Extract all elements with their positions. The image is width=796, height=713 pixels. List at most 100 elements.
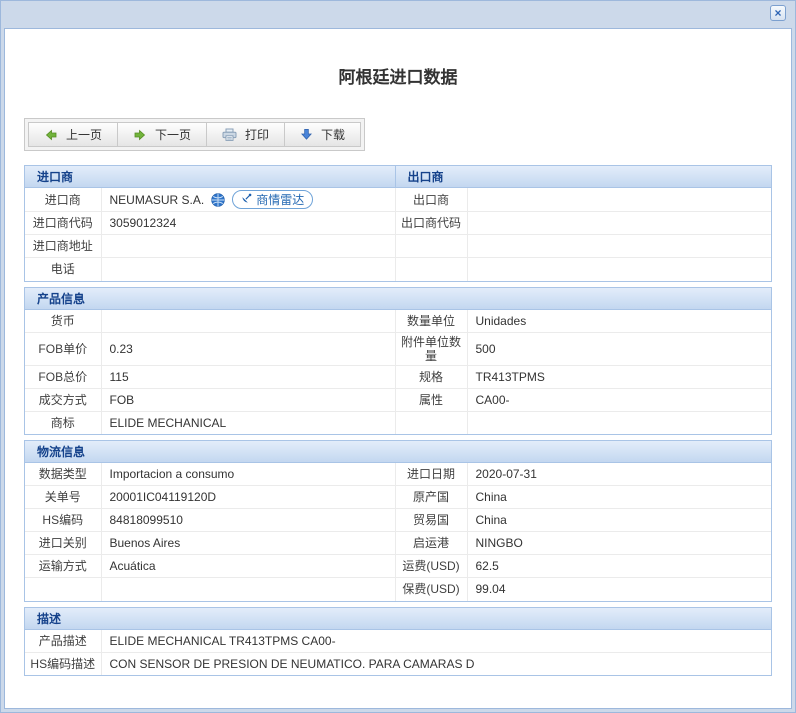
arrow-down-icon (300, 128, 313, 141)
field-value: Buenos Aires (101, 532, 395, 555)
field-value (467, 212, 771, 235)
download-label: 下载 (321, 126, 345, 143)
field-value (101, 309, 395, 332)
print-button[interactable]: 打印 (206, 122, 285, 147)
table-row: 运输方式 Acuática 运费(USD) 62.5 (25, 555, 771, 578)
dialog-titlebar (1, 1, 795, 27)
field-label: 进口商代码 (25, 212, 101, 235)
field-value: 115 (101, 365, 395, 388)
logistics-section-header: 物流信息 (25, 441, 771, 463)
table-row: 关单号 20001IC04119120D 原产国 China (25, 486, 771, 509)
printer-icon (222, 128, 237, 142)
field-label: 成交方式 (25, 388, 101, 411)
field-label: 运费(USD) (395, 555, 467, 578)
field-label: HS编码 (25, 509, 101, 532)
field-value: 20001IC04119120D (101, 486, 395, 509)
field-label (395, 411, 467, 434)
field-label (395, 235, 467, 258)
field-value: NINGBO (467, 532, 771, 555)
field-value (101, 258, 395, 281)
field-label: 原产国 (395, 486, 467, 509)
field-value: 2020-07-31 (467, 463, 771, 486)
importer-name: NEUMASUR S.A. (110, 193, 205, 207)
field-label: 进口商 (25, 188, 101, 212)
field-label: HS编码描述 (25, 652, 101, 675)
field-value: FOB (101, 388, 395, 411)
product-info-section: 产品信息 货币 数量单位 Unidades FOB单价 0.23 附件单位数量 (24, 287, 772, 436)
table-row: 数据类型 Importacion a consumo 进口日期 2020-07-… (25, 463, 771, 486)
field-label: 货币 (25, 309, 101, 332)
field-label: 附件单位数量 (395, 332, 467, 365)
field-value (467, 188, 771, 212)
field-label: 数据类型 (25, 463, 101, 486)
field-value: Importacion a consumo (101, 463, 395, 486)
field-label: 关单号 (25, 486, 101, 509)
description-section-header: 描述 (25, 608, 771, 630)
table-row: HS编码 84818099510 贸易国 China (25, 509, 771, 532)
field-value (467, 235, 771, 258)
field-value: 500 (467, 332, 771, 365)
table-row: FOB单价 0.23 附件单位数量 500 (25, 332, 771, 365)
exporter-section-header: 出口商 (395, 166, 771, 188)
field-value: 3059012324 (101, 212, 395, 235)
field-label: 出口商 (395, 188, 467, 212)
field-label: FOB单价 (25, 332, 101, 365)
field-label: 进口日期 (395, 463, 467, 486)
print-label: 打印 (245, 126, 269, 143)
field-label: 电话 (25, 258, 101, 281)
page-title: 阿根廷进口数据 (24, 63, 772, 88)
table-row: 产品描述 ELIDE MECHANICAL TR413TPMS CA00- (25, 629, 771, 652)
field-label: 运输方式 (25, 555, 101, 578)
table-row: FOB总价 115 规格 TR413TPMS (25, 365, 771, 388)
field-value: 62.5 (467, 555, 771, 578)
field-label: 产品描述 (25, 629, 101, 652)
radar-label: 商情雷达 (256, 191, 304, 208)
table-row: 成交方式 FOB 属性 CA00- (25, 388, 771, 411)
field-label: 出口商代码 (395, 212, 467, 235)
field-value: China (467, 509, 771, 532)
field-value: 0.23 (101, 332, 395, 365)
close-icon[interactable]: × (770, 5, 786, 21)
prev-page-button[interactable]: 上一页 (28, 122, 118, 147)
table-row: 保费(USD) 99.04 (25, 578, 771, 601)
next-page-button[interactable]: 下一页 (117, 122, 207, 147)
product-section-header: 产品信息 (25, 288, 771, 310)
field-value: China (467, 486, 771, 509)
field-value: CA00- (467, 388, 771, 411)
table-row: 进口关别 Buenos Aires 启运港 NINGBO (25, 532, 771, 555)
table-row: 商标 ELIDE MECHANICAL (25, 411, 771, 434)
arrow-left-icon (44, 128, 58, 142)
field-value (467, 258, 771, 281)
field-value: 84818099510 (101, 509, 395, 532)
importer-exporter-section: 进口商 出口商 进口商 NEUMASUR S.A. (24, 165, 772, 282)
import-data-dialog: × 阿根廷进口数据 上一页 下一页 (0, 0, 796, 713)
field-label: 贸易国 (395, 509, 467, 532)
arrow-right-icon (133, 128, 147, 142)
field-value: Acuática (101, 555, 395, 578)
download-button[interactable]: 下载 (284, 122, 361, 147)
field-label: 进口关别 (25, 532, 101, 555)
table-row: HS编码描述 CON SENSOR DE PRESION DE NEUMATIC… (25, 652, 771, 675)
field-value (467, 411, 771, 434)
table-row: 进口商 NEUMASUR S.A. (25, 188, 771, 212)
field-label: 规格 (395, 365, 467, 388)
field-value: TR413TPMS (467, 365, 771, 388)
radar-icon (241, 193, 252, 207)
radar-link[interactable]: 商情雷达 (232, 190, 313, 209)
description-section: 描述 产品描述 ELIDE MECHANICAL TR413TPMS CA00-… (24, 607, 772, 677)
next-page-label: 下一页 (155, 126, 191, 143)
field-label: 启运港 (395, 532, 467, 555)
globe-icon[interactable] (211, 193, 225, 207)
table-row: 进口商代码 3059012324 出口商代码 (25, 212, 771, 235)
field-label: FOB总价 (25, 365, 101, 388)
toolbar: 上一页 下一页 打印 (24, 118, 365, 151)
field-label: 商标 (25, 411, 101, 434)
field-label: 属性 (395, 388, 467, 411)
field-value: ELIDE MECHANICAL (101, 411, 395, 434)
field-value (101, 578, 395, 601)
field-label (395, 258, 467, 281)
table-row: 电话 (25, 258, 771, 281)
field-value: ELIDE MECHANICAL TR413TPMS CA00- (101, 629, 771, 652)
importer-section-header: 进口商 (25, 166, 395, 188)
field-label: 数量单位 (395, 309, 467, 332)
